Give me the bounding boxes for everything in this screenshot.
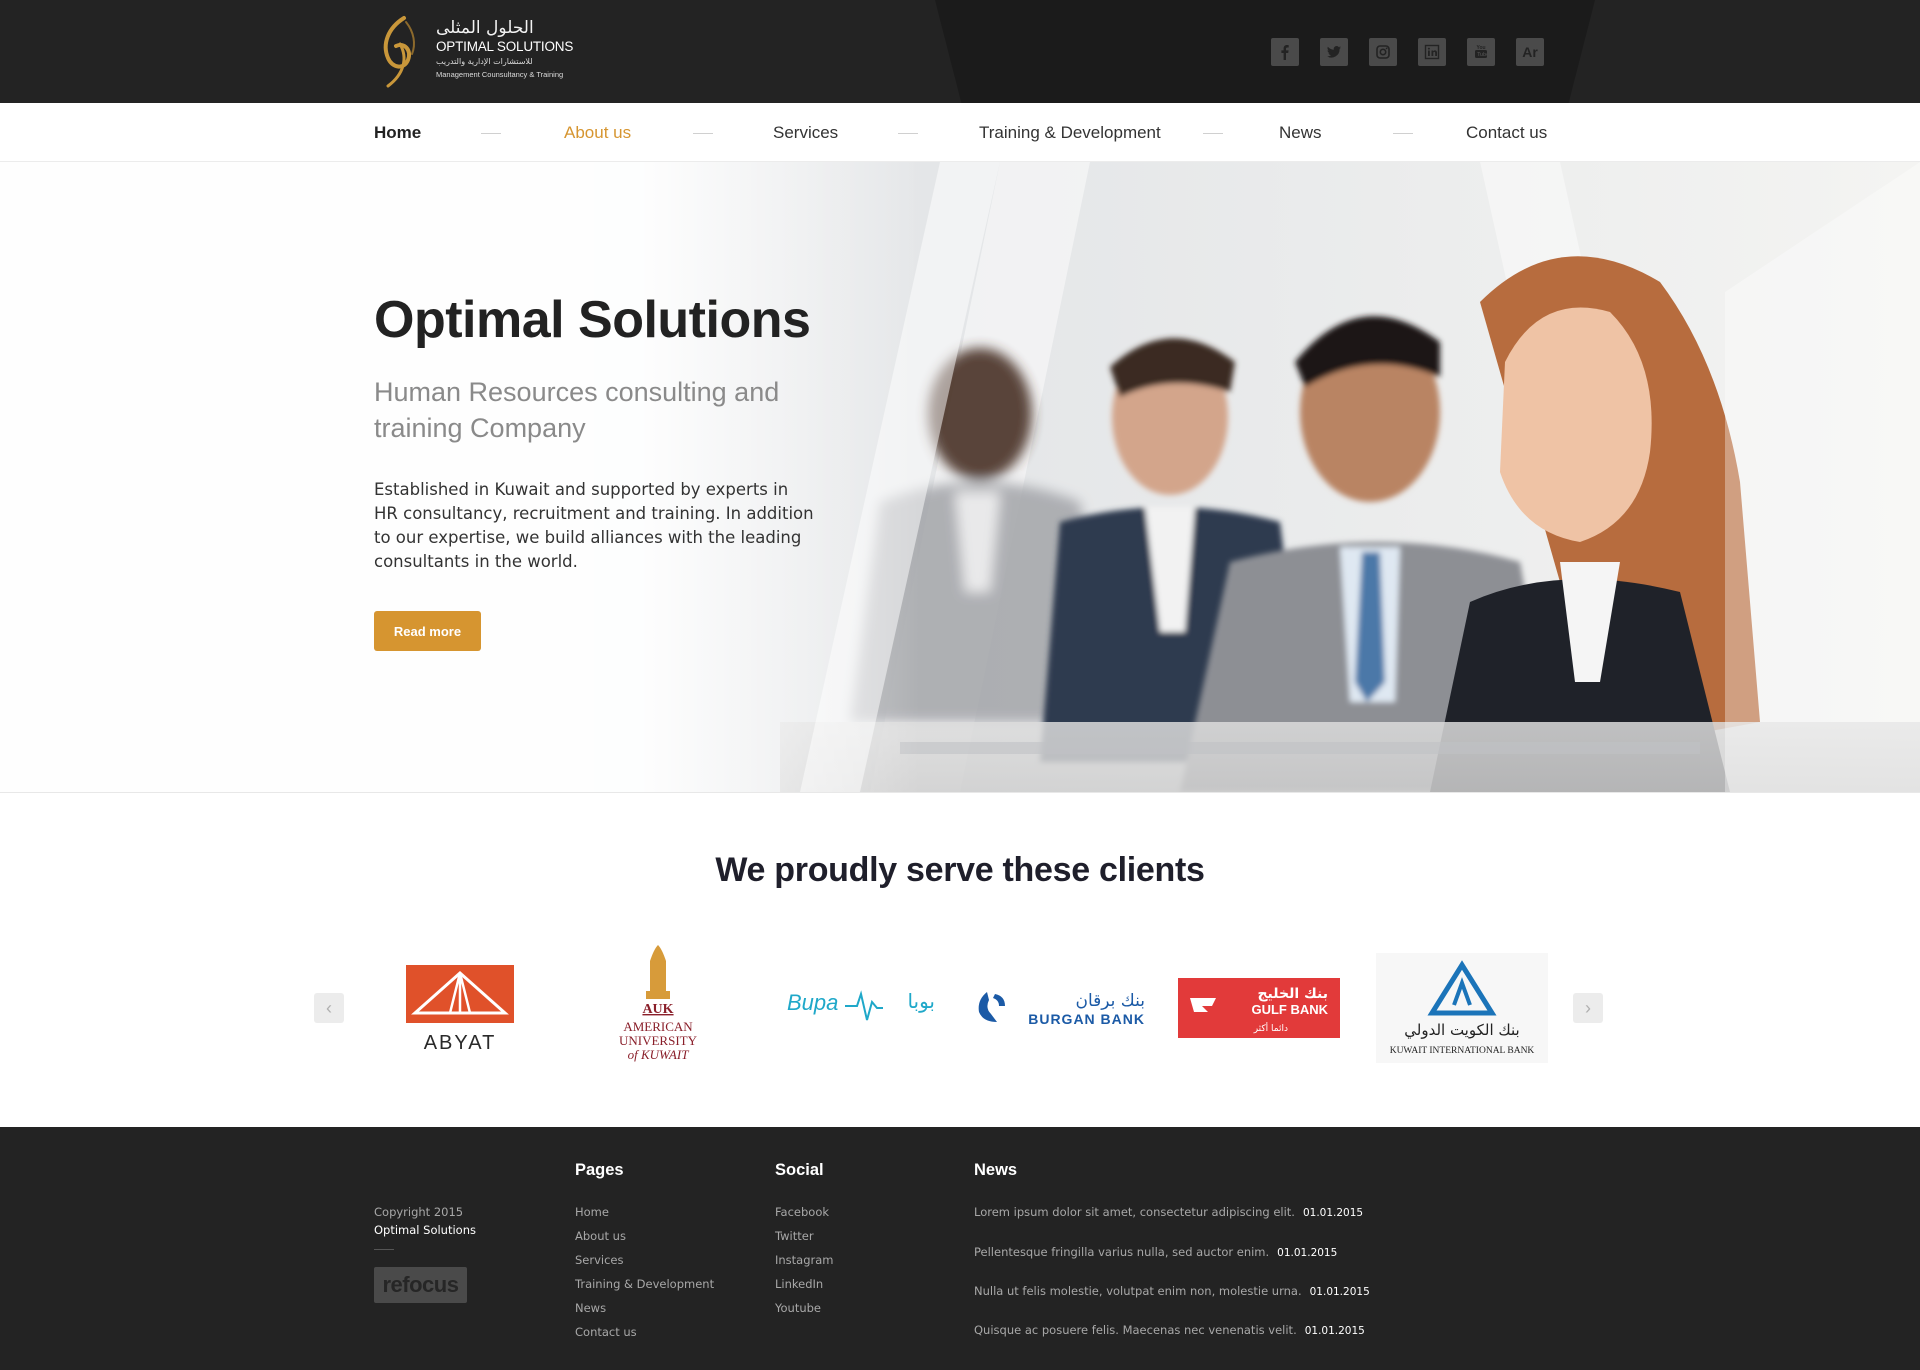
- main-nav: Home About us Services Training & Develo…: [0, 103, 1920, 162]
- instagram-icon[interactable]: [1369, 38, 1397, 66]
- linkedin-icon[interactable]: [1418, 38, 1446, 66]
- nav-item-contact-us[interactable]: Contact us: [1466, 123, 1547, 143]
- footer-news-item[interactable]: Pellentesque fringilla varius nulla, sed…: [974, 1245, 1337, 1259]
- news-item-text: Lorem ipsum dolor sit amet, consectetur …: [974, 1205, 1295, 1219]
- nav-separator: [693, 133, 713, 134]
- hero-overlay: [0, 162, 920, 792]
- logo-arabic-name: الحلول المثلى: [436, 18, 534, 38]
- clients-title: We proudly serve these clients: [715, 851, 1205, 889]
- client-logo-kuwait-international-bank[interactable]: بنك الكويت الدولي KUWAIT INTERNATIONAL B…: [1376, 943, 1548, 1073]
- footer-news-title: News: [974, 1161, 1018, 1179]
- nav-item-training-development[interactable]: Training & Development: [979, 123, 1161, 143]
- logo-english-name: OPTIMAL SOLUTIONS: [436, 39, 574, 54]
- read-more-button[interactable]: Read more: [374, 611, 481, 651]
- footer-link-services[interactable]: Services: [575, 1253, 624, 1267]
- nav-separator: [481, 133, 501, 134]
- news-item-text: Nulla ut felis molestie, volutpat enim n…: [974, 1284, 1302, 1298]
- logo-arabic-tagline: للاستشارات الإدارية والتدريب: [436, 57, 533, 66]
- footer-link-about-us[interactable]: About us: [575, 1229, 626, 1243]
- carousel-next-button[interactable]: ›: [1573, 993, 1603, 1023]
- clients-section: We proudly serve these clients ‹ › ABYAT…: [0, 792, 1920, 1127]
- footer-social-title: Social: [775, 1161, 824, 1179]
- nav-separator: [898, 133, 918, 134]
- footer-link-instagram[interactable]: Instagram: [775, 1253, 834, 1267]
- client-logo-burgan-bank[interactable]: بنك برقان BURGAN BANK: [975, 943, 1150, 1073]
- burgan-bank-logo: بنك برقان BURGAN BANK: [978, 991, 1146, 1027]
- twitter-icon[interactable]: [1320, 38, 1348, 66]
- auk-logo-line3: of KUWAIT: [628, 1047, 690, 1062]
- nav-item-news[interactable]: News: [1279, 123, 1322, 143]
- burgan-bank-text: BURGAN BANK: [1028, 1011, 1145, 1027]
- nav-item-home[interactable]: Home: [374, 123, 421, 143]
- facebook-icon[interactable]: [1271, 38, 1299, 66]
- footer-link-training[interactable]: Training & Development: [575, 1277, 714, 1291]
- news-item-text: Pellentesque fringilla varius nulla, sed…: [974, 1245, 1270, 1259]
- hero-description: Established in Kuwait and supported by e…: [374, 480, 814, 571]
- auk-logo-line1: AMERICAN: [623, 1019, 693, 1034]
- news-item-date: 01.01.2015: [1277, 1247, 1338, 1259]
- kib-text: KUWAIT INTERNATIONAL BANK: [1390, 1046, 1535, 1056]
- nav-item-about-us[interactable]: About us: [564, 123, 631, 143]
- footer-pages-title: Pages: [575, 1161, 624, 1179]
- top-bar: الحلول المثلى OPTIMAL SOLUTIONS للاستشار…: [0, 0, 1920, 103]
- copyright-company: Optimal Solutions: [374, 1223, 476, 1237]
- kuwait-international-bank-logo: بنك الكويت الدولي KUWAIT INTERNATIONAL B…: [1376, 953, 1548, 1063]
- burgan-bank-arabic: بنك برقان: [1076, 991, 1146, 1011]
- footer-news-item[interactable]: Lorem ipsum dolor sit amet, consectetur …: [974, 1205, 1363, 1219]
- footer-link-facebook[interactable]: Facebook: [775, 1205, 829, 1219]
- gulf-bank-text: GULF BANK: [1251, 1002, 1328, 1017]
- gulf-bank-logo: بنك الخليج GULF BANK دائما أكثر: [1178, 978, 1340, 1038]
- refocus-badge[interactable]: refocus: [374, 1267, 467, 1303]
- nav-separator: [1393, 133, 1413, 134]
- auk-logo: AUK AMERICAN UNIVERSITY of KUWAIT: [619, 945, 698, 1062]
- news-item-date: 01.01.2015: [1304, 1325, 1365, 1337]
- copyright-year: Copyright 2015: [374, 1205, 464, 1219]
- social-links: You Tube Ar: [1271, 38, 1544, 66]
- news-item-text: Quisque ac posuere felis. Maecenas nec v…: [974, 1323, 1297, 1337]
- client-logo-auk[interactable]: AUK AMERICAN UNIVERSITY of KUWAIT: [610, 943, 710, 1073]
- youtube-icon[interactable]: You Tube: [1467, 38, 1495, 66]
- svg-text:You: You: [1477, 45, 1486, 51]
- bupa-logo: Bupa بوبا: [787, 989, 935, 1021]
- hero-banner: Optimal Solutions Human Resources consul…: [0, 162, 1920, 792]
- svg-text:Tube: Tube: [1477, 52, 1489, 58]
- news-item-date: 01.01.2015: [1309, 1286, 1370, 1298]
- client-logo-gulf-bank[interactable]: بنك الخليج GULF BANK دائما أكثر: [1178, 943, 1340, 1073]
- footer-news-item[interactable]: Quisque ac posuere felis. Maecenas nec v…: [974, 1323, 1365, 1337]
- footer-link-news[interactable]: News: [575, 1301, 606, 1315]
- footer-link-home[interactable]: Home: [575, 1205, 609, 1219]
- nav-separator: [1203, 133, 1223, 134]
- kib-arabic: بنك الكويت الدولي: [1404, 1021, 1519, 1040]
- client-logo-abyat[interactable]: ABYAT: [405, 943, 515, 1073]
- bupa-logo-arabic: بوبا: [907, 989, 935, 1013]
- arabic-language-icon[interactable]: Ar: [1516, 38, 1544, 66]
- bupa-logo-text: Bupa: [787, 990, 838, 1015]
- gulf-bank-arabic: بنك الخليج: [1257, 986, 1328, 1002]
- logo[interactable]: الحلول المثلى OPTIMAL SOLUTIONS للاستشار…: [374, 14, 574, 90]
- hero-title: Optimal Solutions: [374, 291, 811, 349]
- auk-logo-line2: UNIVERSITY: [619, 1033, 698, 1048]
- footer-link-contact-us[interactable]: Contact us: [575, 1325, 637, 1339]
- abyat-logo: ABYAT: [406, 965, 514, 1053]
- footer-news-item[interactable]: Nulla ut felis molestie, volutpat enim n…: [974, 1284, 1370, 1298]
- footer-link-twitter[interactable]: Twitter: [775, 1229, 814, 1243]
- footer-link-linkedin[interactable]: LinkedIn: [775, 1277, 823, 1291]
- gulf-bank-tagline: دائما أكثر: [1253, 1022, 1288, 1034]
- carousel-prev-button[interactable]: ‹: [314, 993, 344, 1023]
- nav-item-services[interactable]: Services: [773, 123, 838, 143]
- footer-link-youtube[interactable]: Youtube: [775, 1301, 821, 1315]
- footer-divider: [374, 1249, 394, 1250]
- abyat-logo-text: ABYAT: [424, 1032, 497, 1053]
- client-logo-bupa[interactable]: Bupa بوبا: [785, 943, 940, 1073]
- footer: Copyright 2015 Optimal Solutions refocus…: [0, 1127, 1920, 1370]
- news-item-date: 01.01.2015: [1302, 1207, 1364, 1219]
- hero-subtitle: Human Resources consulting and training …: [374, 377, 780, 443]
- auk-logo-abbrev: AUK: [642, 1002, 673, 1017]
- logo-mark-icon: [383, 16, 415, 88]
- logo-english-tagline: Management Counsultancy & Training: [436, 70, 564, 79]
